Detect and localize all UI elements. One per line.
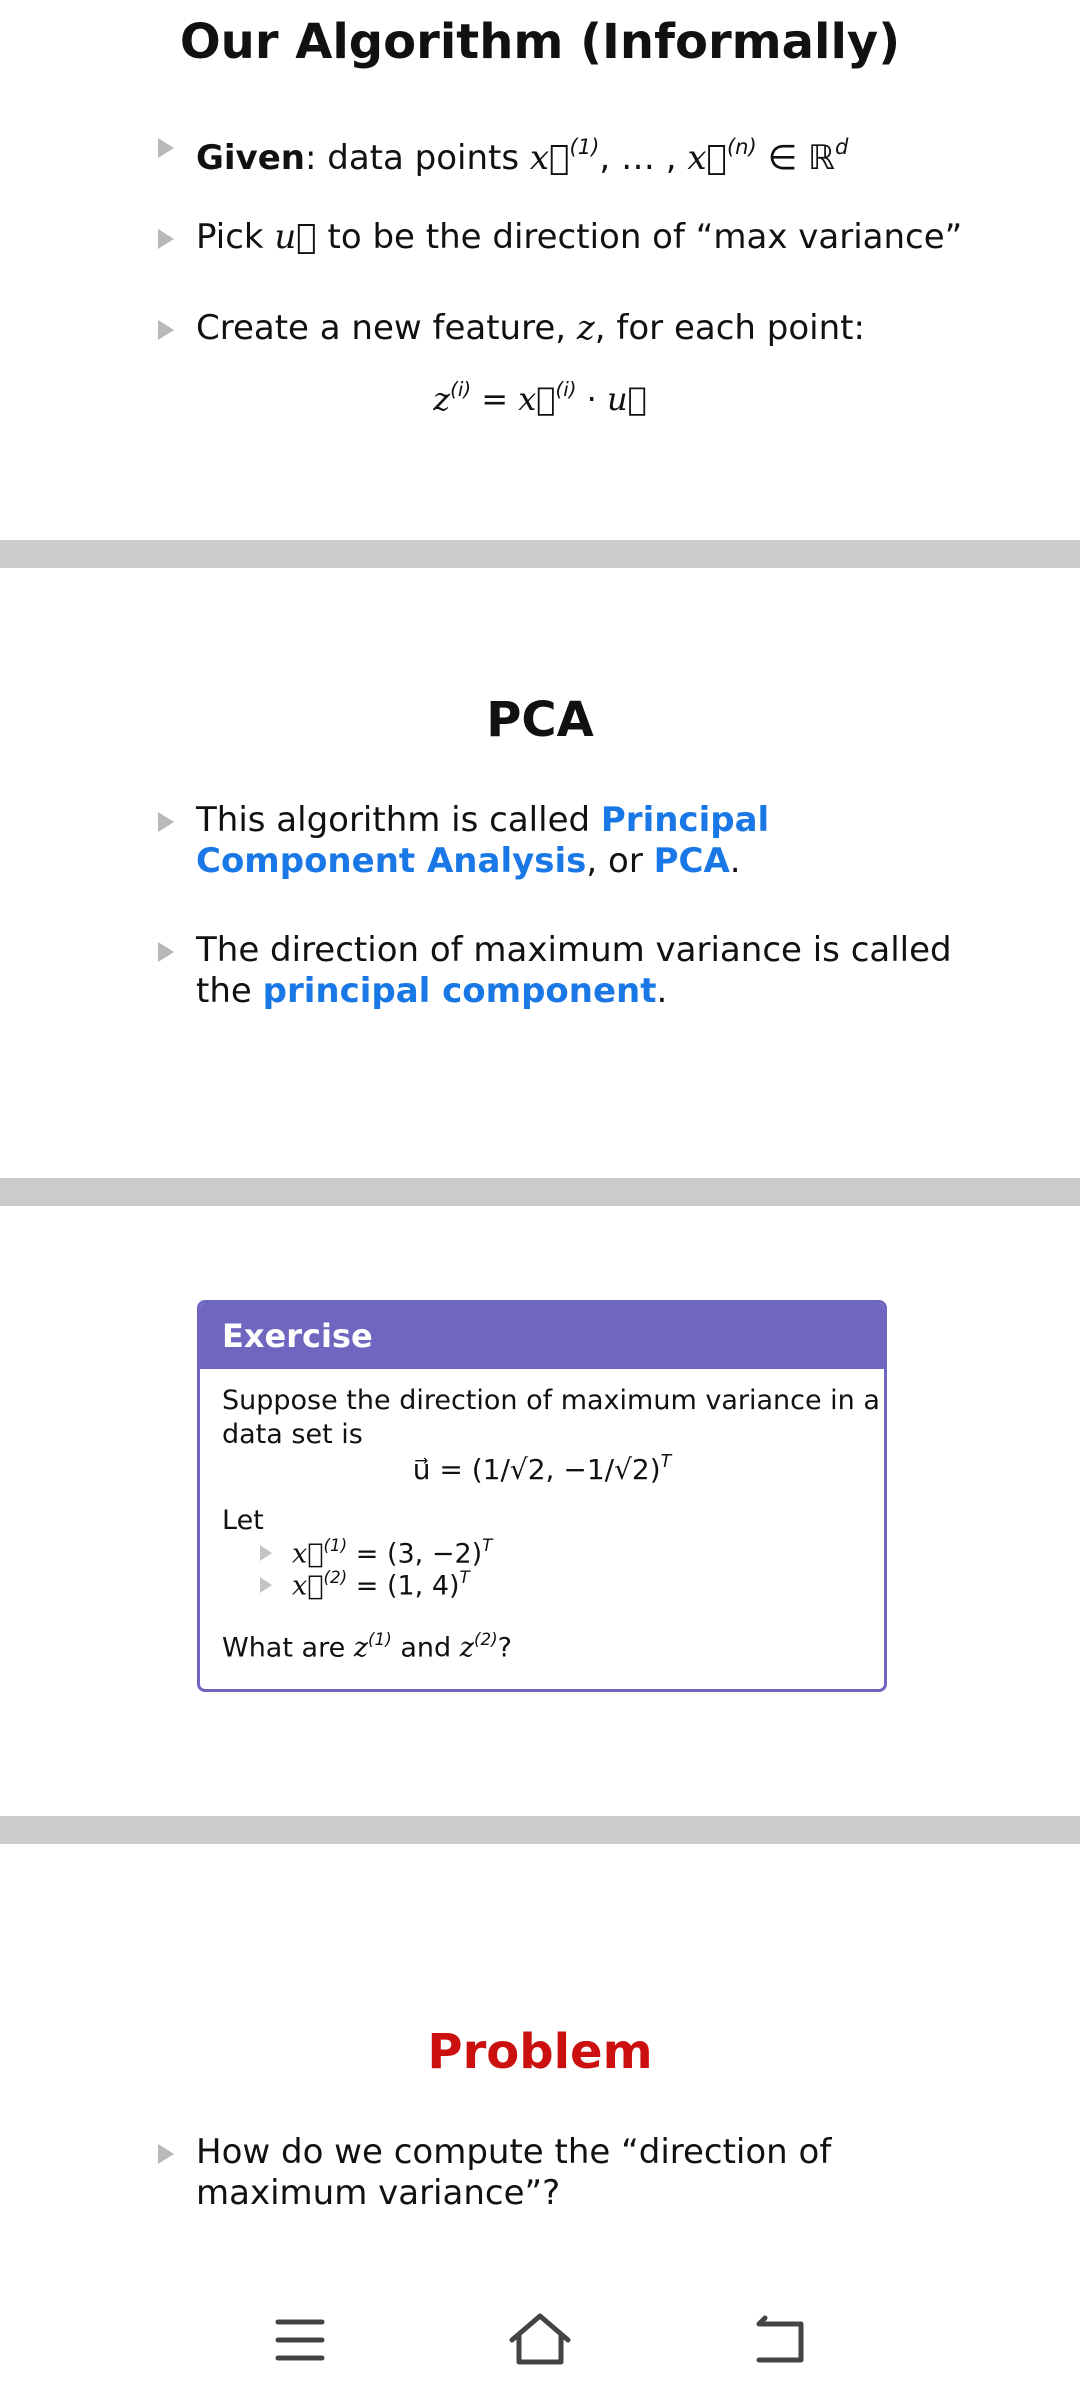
exercise-box: Exercise Suppose the direction of maximu… xyxy=(197,1300,887,1692)
u-symbol: u⃗ xyxy=(274,217,317,257)
formula-x-sup: (i) xyxy=(555,378,577,401)
bullet-pick-u: Pick u⃗ to be the direction of “max vari… xyxy=(158,217,980,258)
exercise-let: Let xyxy=(222,1505,264,1536)
formula-x: x⃗ xyxy=(518,379,556,418)
question-post: ? xyxy=(497,1632,512,1664)
u-transpose: T xyxy=(660,1452,672,1472)
bullet-new-feature: Create a new feature, z, for each point: xyxy=(158,308,980,349)
bullet-principal-component: The direction of maximum variance is cal… xyxy=(158,930,980,1012)
d-superscript: d xyxy=(834,134,849,159)
sub-bullet-triangle-icon xyxy=(260,1577,272,1593)
x1-transpose: T xyxy=(482,1535,493,1555)
pca-mid: , or xyxy=(586,841,654,881)
slide-title-pca: PCA xyxy=(486,692,594,748)
problem-text: How do we compute the “direction of maxi… xyxy=(196,2132,832,2213)
z-symbol: z xyxy=(576,308,595,348)
formula-u: u⃗ xyxy=(606,379,647,418)
xn-symbol: x⃗ xyxy=(687,137,727,178)
projection-formula: z(i) = x⃗(i) · u⃗ xyxy=(0,378,1080,418)
pick-pre: Pick xyxy=(196,217,275,257)
slide-separator xyxy=(0,1178,1080,1206)
back-button[interactable] xyxy=(735,2300,825,2380)
question-z2-sup: (2) xyxy=(473,1629,498,1649)
bullet-given: Given: data points x⃗(1), … , x⃗(n) ∈ ℝd xyxy=(158,126,980,179)
pca-post: . xyxy=(729,841,741,881)
feature-post: , for each point: xyxy=(594,308,865,348)
sub-bullet-triangle-icon xyxy=(260,1545,272,1561)
given-text: : data points xyxy=(305,137,530,178)
question-z1-sup: (1) xyxy=(368,1629,392,1649)
x1-superscript: (1) xyxy=(569,134,600,159)
formula-eq: = xyxy=(471,379,519,418)
home-icon xyxy=(509,2313,571,2365)
slide-title-problem: Problem xyxy=(427,2024,653,2080)
pca-acronym: PCA xyxy=(653,841,730,881)
question-z2: z xyxy=(459,1632,474,1664)
xn-superscript: (n) xyxy=(726,134,757,159)
menu-icon xyxy=(275,2319,325,2361)
in-reals: ∈ ℝ xyxy=(756,137,835,178)
bullet-triangle-icon xyxy=(158,942,174,962)
menu-button[interactable] xyxy=(255,2300,345,2380)
exercise-question: What are z(1) and z(2)? xyxy=(222,1629,512,1664)
question-z1: z xyxy=(353,1632,369,1664)
formula-z: z xyxy=(433,379,451,418)
bullet-triangle-icon xyxy=(158,812,174,832)
home-button[interactable] xyxy=(495,2300,585,2380)
slide-title-algorithm: Our Algorithm (Informally) xyxy=(179,14,901,70)
x1-label: x⃗ xyxy=(292,1538,324,1570)
x2-transpose: T xyxy=(459,1567,470,1587)
exercise-x2: x⃗(2) = (1, 4)T xyxy=(292,1567,470,1602)
exercise-line-2: data set is xyxy=(222,1419,363,1450)
question-pre: What are xyxy=(222,1632,354,1664)
pc-post: . xyxy=(656,971,668,1011)
exercise-title: Exercise xyxy=(200,1303,884,1369)
system-navigation-bar xyxy=(0,2282,1080,2400)
pc-term: principal component xyxy=(262,971,657,1011)
exercise-u-formula: u⃗ = (1/√2, −1/√2)T xyxy=(200,1452,884,1486)
exercise-x1: x⃗(1) = (3, −2)T xyxy=(292,1535,492,1570)
bullet-pca-name: This algorithm is called Principal Compo… xyxy=(158,800,980,882)
x2-value: = (1, 4) xyxy=(347,1570,460,1602)
pca-pre: This algorithm is called xyxy=(196,800,601,840)
slide-separator xyxy=(0,540,1080,568)
exercise-line-1: Suppose the direction of maximum varianc… xyxy=(222,1385,880,1416)
x1-symbol: x⃗ xyxy=(529,137,570,178)
back-icon xyxy=(756,2315,804,2363)
x2-sup: (2) xyxy=(323,1567,348,1587)
x1-sup: (1) xyxy=(323,1535,348,1555)
bullet-triangle-icon xyxy=(158,2144,174,2164)
question-and: and xyxy=(391,1632,460,1664)
bullet-triangle-icon xyxy=(158,229,174,249)
bullet-problem: How do we compute the “direction of maxi… xyxy=(158,2132,980,2214)
bullet-triangle-icon xyxy=(158,138,174,158)
ellipsis: , … , xyxy=(599,137,688,178)
u-formula-text: u⃗ = (1/√2, −1/√2) xyxy=(412,1453,661,1487)
given-label: Given xyxy=(196,137,305,178)
x2-label: x⃗ xyxy=(292,1570,324,1602)
pick-post: to be the direction of “max variance” xyxy=(316,217,963,257)
feature-pre: Create a new feature, xyxy=(196,308,577,348)
slide-separator xyxy=(0,1816,1080,1844)
x1-value: = (3, −2) xyxy=(347,1538,483,1570)
formula-z-sup: (i) xyxy=(450,378,472,401)
bullet-triangle-icon xyxy=(158,320,174,340)
formula-dot: · xyxy=(576,379,607,418)
